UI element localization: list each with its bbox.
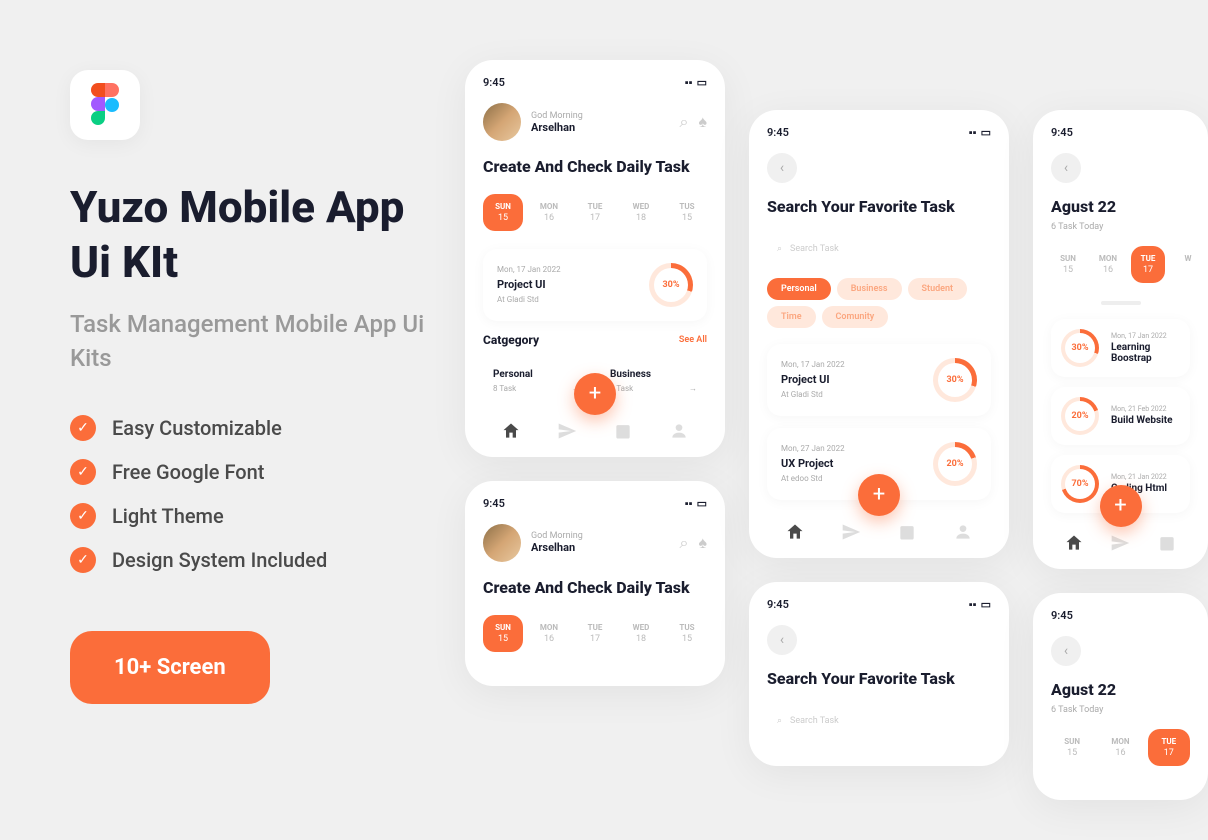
search-icon: ⌕ — [777, 244, 782, 254]
drag-handle[interactable] — [1101, 301, 1141, 305]
phone-home-2: 9:45▪▪▭ God MorningArselhan⌕♠ Create And… — [465, 481, 725, 686]
home-icon[interactable] — [501, 421, 521, 441]
battery-icon: ▭ — [697, 76, 707, 89]
category-item[interactable]: Business6 Task→ — [600, 359, 707, 403]
avatar[interactable] — [483, 103, 521, 141]
bottom-nav — [483, 411, 707, 441]
day-item[interactable]: SUN15 — [1051, 246, 1085, 283]
calendar-icon[interactable] — [897, 522, 917, 542]
greeting: God Morning — [531, 111, 583, 121]
task-card[interactable]: Mon, 17 Jan 2022Project UIAt Gladi Std30… — [767, 344, 991, 416]
progress-ring: 30% — [649, 263, 693, 307]
see-all-link[interactable]: See All — [679, 335, 707, 345]
home-heading: Create And Check Daily Task — [483, 157, 707, 178]
filter-chip[interactable]: Personal — [767, 278, 831, 300]
phone-home: 9:45▪▪▭ God MorningArselhan ⌕♠ Create An… — [465, 60, 725, 457]
product-subtitle: Task Management Mobile App Ui Kits — [70, 308, 435, 375]
status-bar: 9:45▪▪▭ — [483, 497, 707, 510]
home-icon[interactable] — [1064, 533, 1084, 553]
filter-chip[interactable]: Student — [908, 278, 968, 300]
day-item[interactable]: TUE17 — [575, 194, 615, 231]
day-selector: SUN15 MON16 TUE17 WED18 TUS15 — [483, 194, 707, 231]
day-item[interactable]: MON16 — [1099, 729, 1141, 766]
progress-ring: 30% — [933, 358, 977, 402]
day-item[interactable]: SUN15 — [1051, 729, 1093, 766]
phone-calendar-2: 9:45 ‹ Agust 22 6 Task Today SUN15 MON16… — [1033, 593, 1208, 800]
day-item[interactable]: MON16 — [529, 194, 569, 231]
status-bar: 9:45▪▪▭ — [767, 126, 991, 139]
search-icon[interactable]: ⌕ — [680, 112, 689, 132]
day-item[interactable]: MON16 — [1091, 246, 1125, 283]
feature-item: ✓Easy Customizable — [70, 415, 435, 441]
day-item[interactable]: WED18 — [621, 615, 661, 652]
cta-button[interactable]: 10+ Screen — [70, 631, 270, 704]
search-input[interactable]: ⌕Search Task — [767, 706, 991, 736]
calendar-icon[interactable] — [1157, 533, 1177, 553]
task-row[interactable]: 30%Mon, 17 Jan 2022Learning Boostrap — [1051, 319, 1190, 377]
filter-chip[interactable]: Comunity — [822, 306, 889, 328]
figma-logo — [70, 70, 140, 140]
calendar-title: Agust 22 — [1051, 197, 1190, 218]
add-button[interactable]: + — [574, 373, 616, 415]
feature-item: ✓Light Theme — [70, 503, 435, 529]
day-item[interactable]: W — [1171, 246, 1205, 283]
calendar-icon[interactable] — [613, 421, 633, 441]
feature-item: ✓Design System Included — [70, 547, 435, 573]
back-button[interactable]: ‹ — [1051, 636, 1081, 666]
search-icon: ⌕ — [777, 716, 782, 726]
phone-search: 9:45▪▪▭ ‹ Search Your Favorite Task ⌕Sea… — [749, 110, 1009, 558]
back-button[interactable]: ‹ — [767, 153, 797, 183]
search-icon[interactable]: ⌕ — [680, 533, 689, 553]
home-icon[interactable] — [785, 522, 805, 542]
phone-calendar: 9:45 ‹ Agust 22 6 Task Today SUN15 MON16… — [1033, 110, 1208, 569]
feature-item: ✓Free Google Font — [70, 459, 435, 485]
product-title: Yuzo Mobile App Ui KIt — [70, 180, 435, 290]
day-item[interactable]: MON16 — [529, 615, 569, 652]
add-button[interactable]: + — [1100, 485, 1142, 527]
check-icon: ✓ — [70, 459, 96, 485]
profile-icon[interactable] — [953, 522, 973, 542]
send-icon[interactable] — [557, 421, 577, 441]
check-icon: ✓ — [70, 503, 96, 529]
filter-chip[interactable]: Time — [767, 306, 816, 328]
day-item[interactable]: WED18 — [621, 194, 661, 231]
category-title: Catgegory — [483, 333, 539, 347]
day-item[interactable]: TUS15 — [667, 194, 707, 231]
send-icon[interactable] — [841, 522, 861, 542]
avatar[interactable] — [483, 524, 521, 562]
arrow-right-icon: → — [689, 384, 697, 393]
check-icon: ✓ — [70, 547, 96, 573]
day-item[interactable]: TUE17 — [1148, 729, 1190, 766]
progress-ring: 20% — [933, 442, 977, 486]
search-input[interactable]: ⌕Search Task — [767, 234, 991, 264]
progress-ring: 30% — [1061, 329, 1099, 367]
back-button[interactable]: ‹ — [767, 625, 797, 655]
day-item[interactable]: TUS15 — [667, 615, 707, 652]
search-heading: Search Your Favorite Task — [767, 197, 991, 218]
day-item[interactable]: TUE17 — [575, 615, 615, 652]
bell-icon[interactable]: ♠ — [699, 533, 708, 553]
task-count: 6 Task Today — [1051, 222, 1190, 232]
status-bar: 9:45▪▪▭ — [483, 76, 707, 89]
progress-ring: 20% — [1061, 397, 1099, 435]
progress-ring: 70% — [1061, 465, 1099, 503]
back-button[interactable]: ‹ — [1051, 153, 1081, 183]
add-button[interactable]: + — [858, 474, 900, 516]
signal-icon: ▪▪ — [685, 76, 693, 89]
filter-chip[interactable]: Business — [837, 278, 902, 300]
check-icon: ✓ — [70, 415, 96, 441]
day-item[interactable]: SUN15 — [483, 615, 523, 652]
phone-search-2: 9:45▪▪▭ ‹ Search Your Favorite Task ⌕Sea… — [749, 582, 1009, 766]
day-item[interactable]: TUE17 — [1131, 246, 1165, 283]
task-row[interactable]: 20%Mon, 21 Feb 2022Build Website — [1051, 387, 1190, 445]
send-icon[interactable] — [1110, 533, 1130, 553]
day-item[interactable]: SUN15 — [483, 194, 523, 231]
username: Arselhan — [531, 121, 583, 134]
task-card[interactable]: Mon, 17 Jan 2022Project UIAt Gladi Std 3… — [483, 249, 707, 321]
profile-icon[interactable] — [669, 421, 689, 441]
bell-icon[interactable]: ♠ — [699, 112, 708, 132]
